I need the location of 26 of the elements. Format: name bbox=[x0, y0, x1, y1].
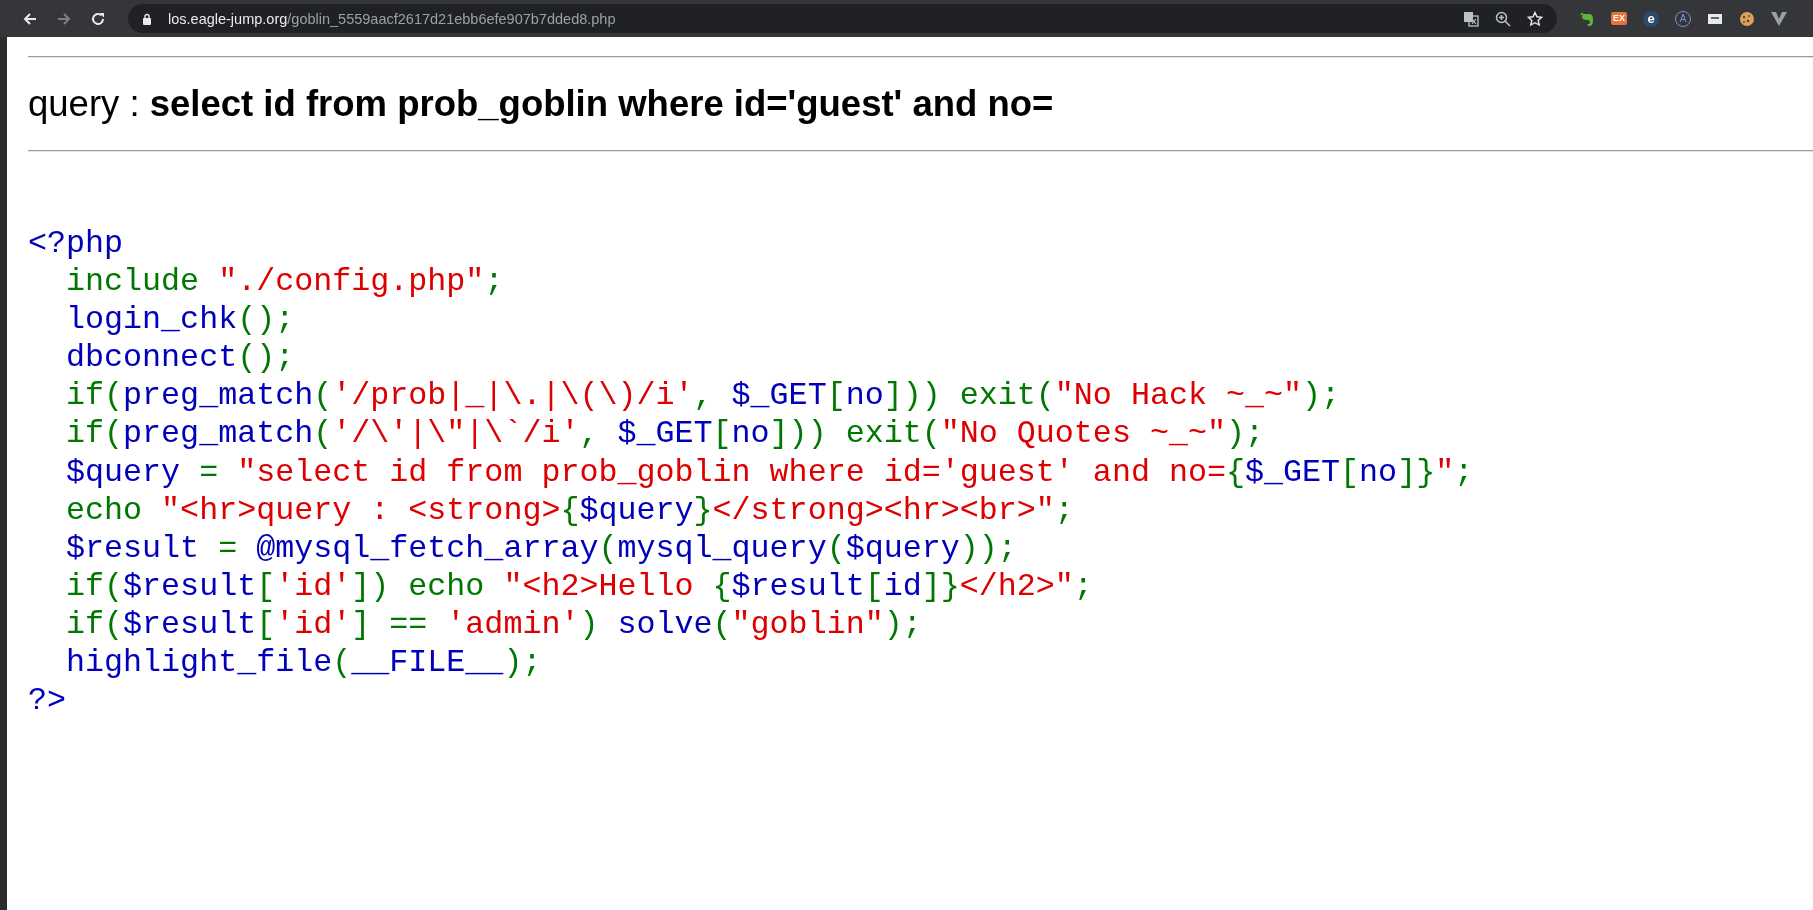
code-line: $result = @mysql_fetch_array(mysql_query($query)); bbox=[65, 529, 1017, 568]
zoom-icon[interactable] bbox=[1495, 10, 1511, 27]
code-line: if($result['id']) echo "<h2>Hello {$result[id]}</h2>"; bbox=[65, 567, 1093, 606]
code-line: highlight_file(__FILE__); bbox=[65, 644, 542, 683]
code-line: if(preg_match('/\'|\"|\`/i', $_GET[no])) exit("No Quotes ~_~"); bbox=[65, 415, 1264, 454]
star-icon[interactable] bbox=[1527, 10, 1543, 27]
code-line: if($result['id'] == 'admin') solve("goblin"); bbox=[65, 605, 922, 645]
back-icon[interactable] bbox=[22, 10, 38, 27]
monitor-icon[interactable] bbox=[1707, 12, 1723, 25]
lock-icon bbox=[142, 12, 152, 25]
url-text: los.eagle-jump.org/goblin_5559aacf2617d21ebb6efe907b7dded8.php bbox=[168, 10, 616, 27]
code-line: include "./config.php"; bbox=[65, 263, 504, 302]
code-line: ?> bbox=[28, 682, 67, 721]
reload-icon[interactable] bbox=[90, 10, 106, 27]
chevron-icon[interactable] bbox=[1771, 11, 1787, 26]
cookie-icon[interactable] bbox=[1739, 10, 1755, 27]
code-line: dbconnect(); bbox=[65, 339, 295, 378]
code-line: if(preg_match('/prob|_|\.|\(\)/i', $_GET[no])) exit("No Hack ~_~"); bbox=[65, 377, 1341, 416]
translate-icon[interactable] bbox=[1463, 10, 1479, 27]
address-bar[interactable]: los.eagle-jump.org/goblin_5559aacf2617d21ebb6efe907b7dded8.php bbox=[128, 4, 1557, 33]
query-text: query : select id from prob_goblin where id='guest' and no= bbox=[28, 82, 1055, 126]
code-line: $query = "select id from prob_goblin where id='guest' and no={$_GET[no]}"; bbox=[65, 453, 1474, 492]
code-line: <?php bbox=[28, 225, 124, 264]
code-line: login_chk(); bbox=[65, 301, 295, 340]
code-line: echo "<hr>query : <strong>{$query}</strong><hr><br>"; bbox=[65, 491, 1074, 530]
extension-badge[interactable]: e bbox=[1643, 10, 1659, 27]
